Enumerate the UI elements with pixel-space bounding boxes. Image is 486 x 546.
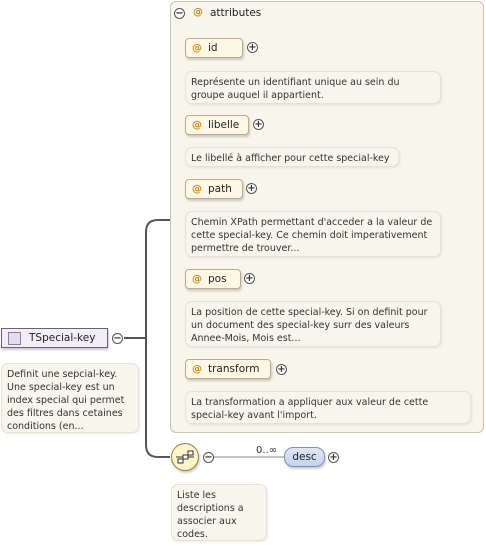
attribute-name: pos <box>208 273 227 285</box>
type-node-note: Definit une sepcial-key. Une special-key… <box>1 363 139 433</box>
complex-type-icon <box>8 331 21 345</box>
attribute-transform-note: La transformation a appliquer aux valeur… <box>185 391 471 424</box>
attribute-name: libelle <box>208 119 240 131</box>
attribute-pos-expand-icon[interactable]: + <box>244 273 255 284</box>
attribute-path[interactable]: @ path <box>185 179 243 199</box>
at-icon: @ <box>192 273 202 285</box>
attribute-id-expand-icon[interactable]: + <box>247 42 258 53</box>
at-icon: @ <box>192 119 202 131</box>
attribute-transform[interactable]: @ transform <box>185 359 271 379</box>
attribute-transform-expand-icon[interactable]: + <box>276 364 287 375</box>
at-icon: @ <box>192 42 202 54</box>
attribute-pos[interactable]: @ pos <box>185 269 241 289</box>
at-icon: @ <box>192 363 202 375</box>
attribute-name: path <box>208 183 232 195</box>
attribute-path-expand-icon[interactable]: + <box>246 183 257 194</box>
attributes-at-icon: @ <box>193 7 203 18</box>
element-desc[interactable]: desc <box>284 447 325 467</box>
attribute-libelle[interactable]: @ libelle <box>185 115 249 135</box>
sequence-node[interactable] <box>171 443 199 471</box>
attribute-pos-note: La position de cette special-key. Si on … <box>185 301 441 347</box>
attribute-name: transform <box>208 363 260 375</box>
attribute-id-note: Représente un identifiant unique au sein… <box>185 71 441 104</box>
attribute-id[interactable]: @ id <box>185 38 243 58</box>
attribute-name: id <box>208 42 218 54</box>
attributes-collapse-icon[interactable]: − <box>174 8 185 19</box>
sequence-collapse-icon[interactable]: − <box>203 452 214 463</box>
attribute-libelle-expand-icon[interactable]: + <box>253 119 264 130</box>
type-node-collapse-icon[interactable]: − <box>112 333 123 344</box>
element-desc-expand-icon[interactable]: + <box>328 452 339 463</box>
element-desc-label: desc <box>292 451 317 463</box>
type-node[interactable]: TSpecial-key <box>1 328 108 348</box>
desc-multiplicity: 0..∞ <box>256 445 278 456</box>
attributes-label: attributes <box>210 7 262 19</box>
sequence-note: Liste les descriptions a associer aux co… <box>171 484 267 541</box>
attribute-path-note: Chemin XPath permettant d'acceder a la v… <box>185 211 441 257</box>
sequence-icon <box>176 450 194 464</box>
at-icon: @ <box>192 183 202 195</box>
attribute-libelle-note: Le libellé à afficher pour cette special… <box>185 147 399 167</box>
type-node-label: TSpecial-key <box>29 332 96 344</box>
